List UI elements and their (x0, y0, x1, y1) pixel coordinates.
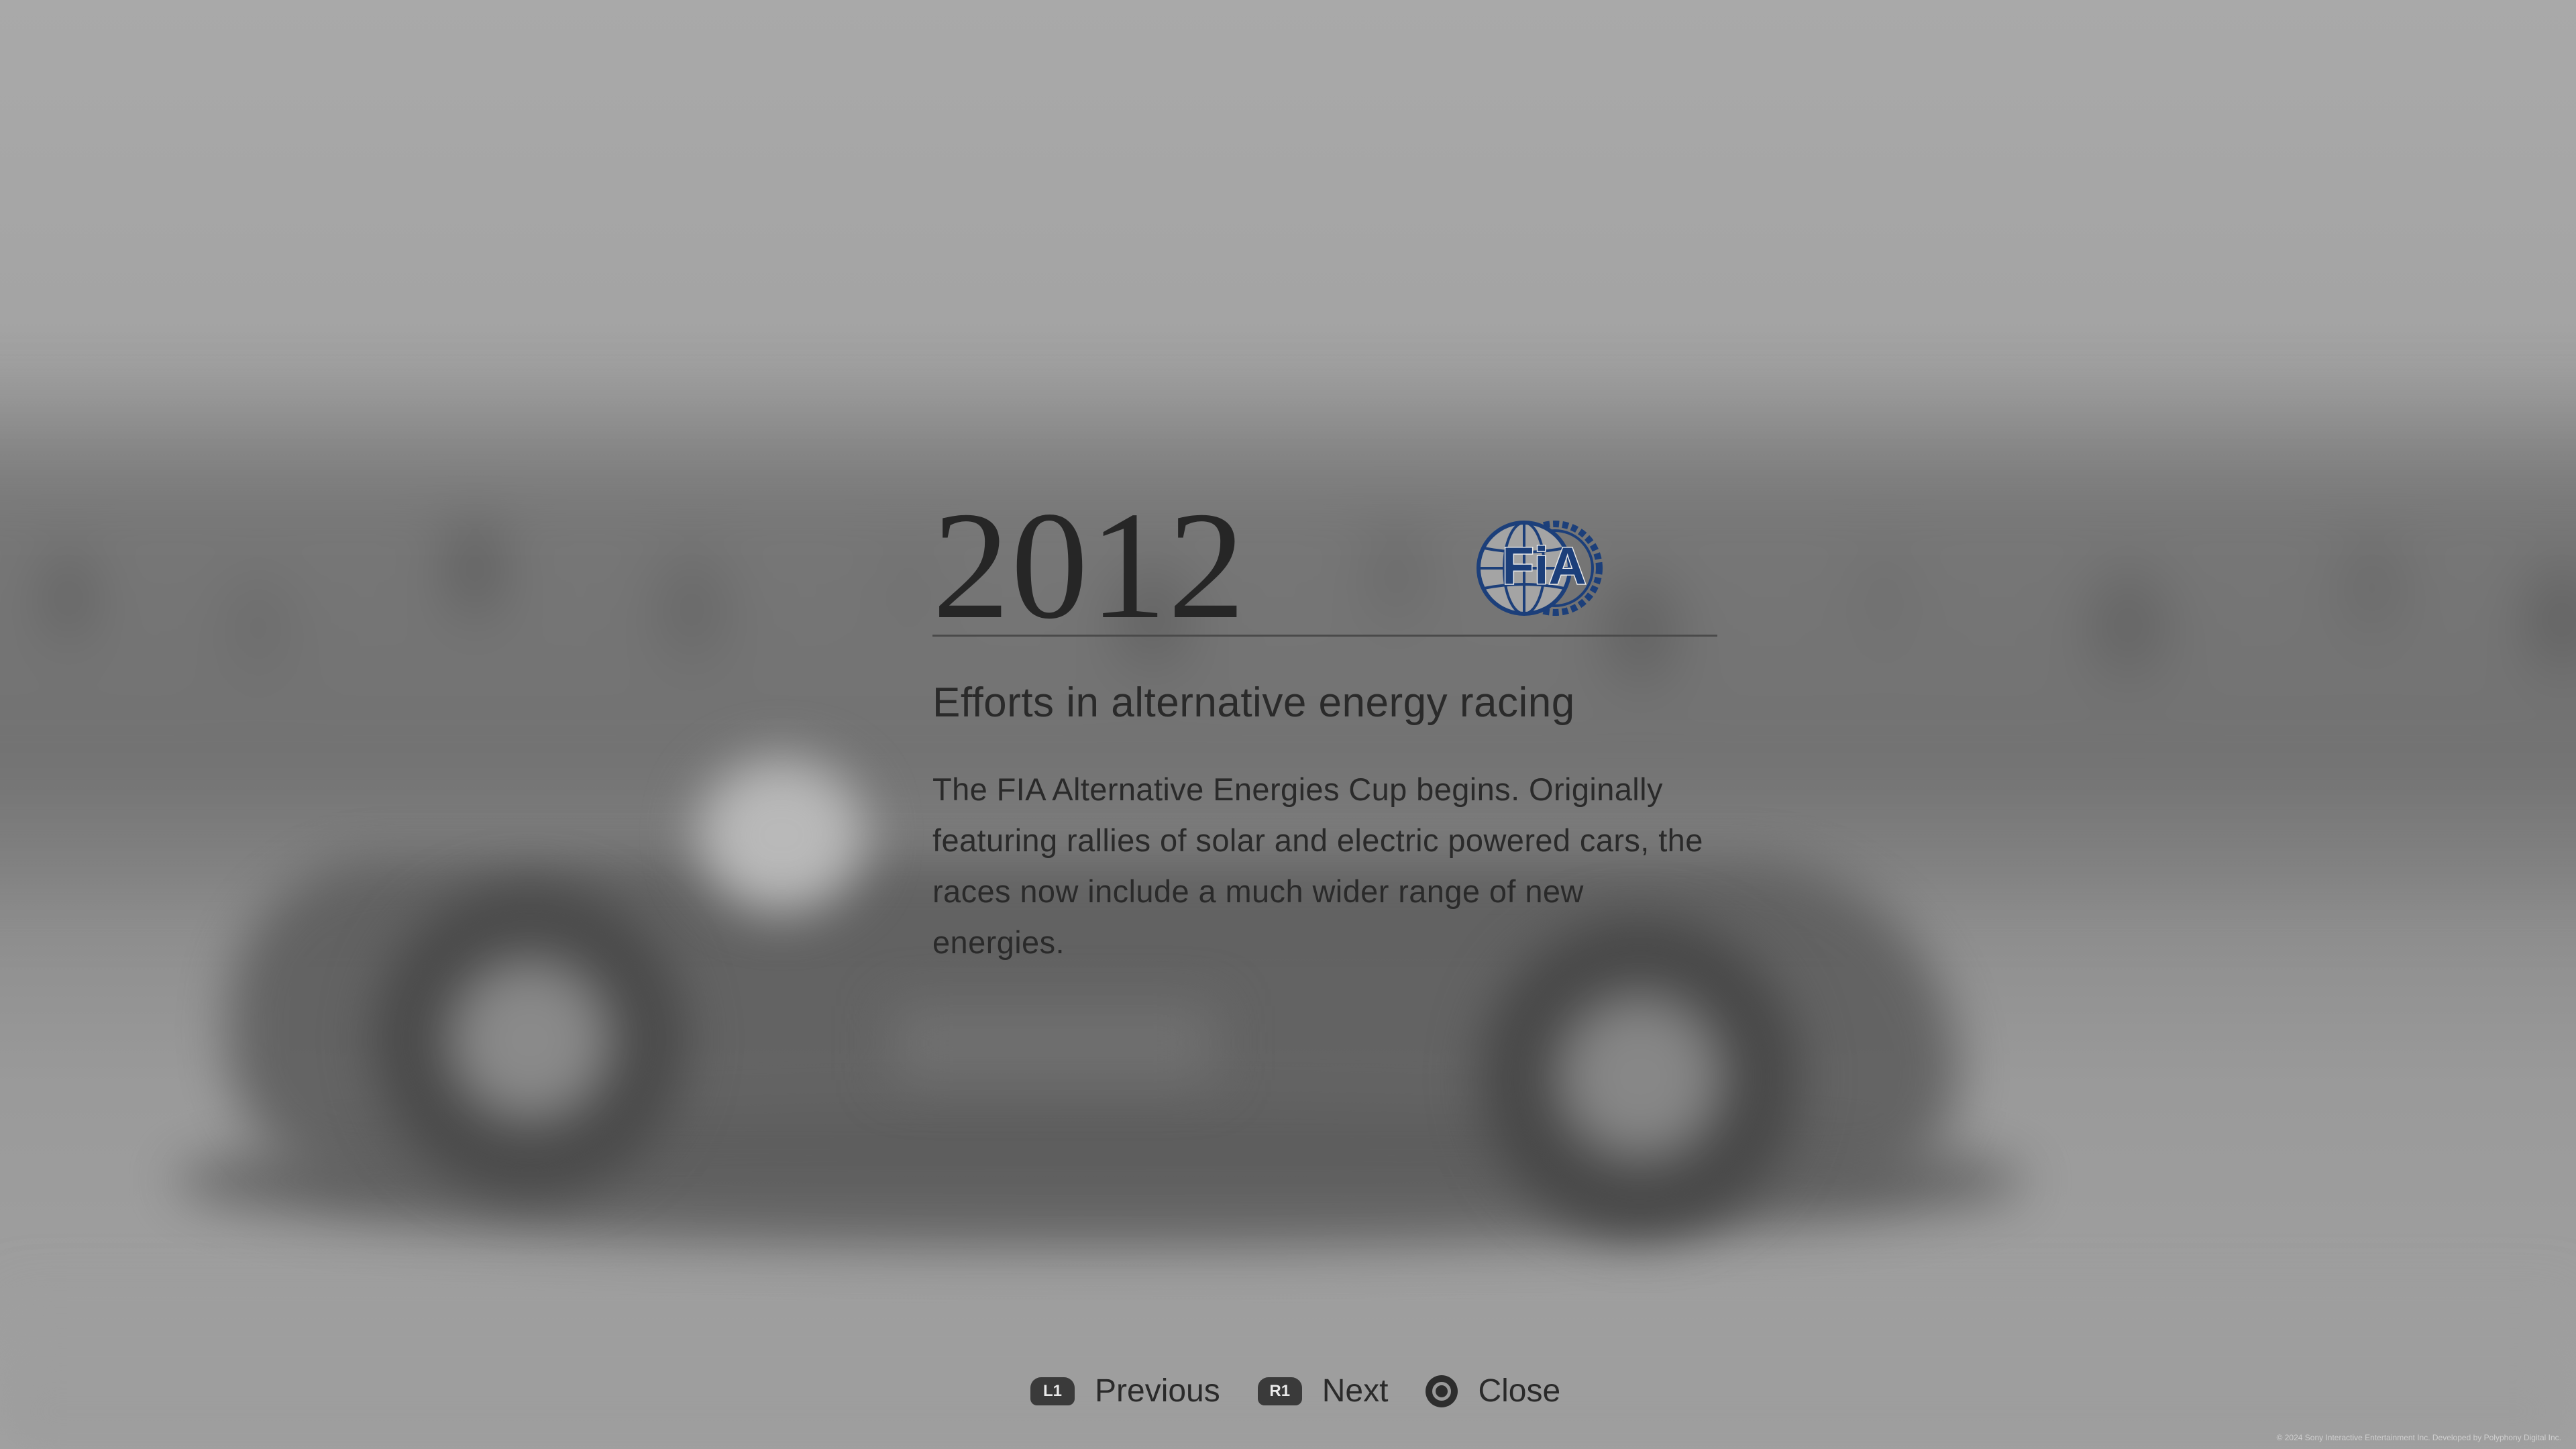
previous-button[interactable]: L1 Previous (1030, 1375, 1220, 1407)
copyright-notice: © 2024 Sony Interactive Entertainment In… (2276, 1433, 2561, 1442)
background-car-front-wheel (376, 885, 684, 1194)
entry-description: The FIA Alternative Energies Cup begins.… (932, 771, 1703, 960)
entry-header: 2012 FiA (932, 470, 1717, 643)
fia-logo-icon: FiA (1477, 521, 1603, 616)
background-car-number (892, 1006, 1214, 1080)
entry-title: Efforts in alternative energy racing (932, 680, 1575, 726)
history-entry-card: 2012 FiA Efforts in alternative energy r… (932, 470, 1717, 968)
next-button[interactable]: R1 Next (1257, 1373, 1389, 1409)
entry-year: 2012 (932, 480, 1246, 651)
background-ground (0, 1275, 2576, 1449)
r1-button-icon: R1 (1257, 1377, 1302, 1405)
l1-button-icon: L1 (1030, 1377, 1075, 1405)
circle-button-icon (1426, 1375, 1458, 1407)
navigation-controls: L1 Previous R1 Next Close (1030, 1368, 1560, 1414)
fia-logo-text: FiA (1502, 536, 1587, 595)
background-driver (698, 758, 865, 912)
close-button[interactable]: Close (1426, 1375, 1560, 1407)
next-label: Next (1322, 1373, 1389, 1409)
close-label: Close (1478, 1373, 1561, 1409)
previous-label: Previous (1095, 1373, 1220, 1409)
